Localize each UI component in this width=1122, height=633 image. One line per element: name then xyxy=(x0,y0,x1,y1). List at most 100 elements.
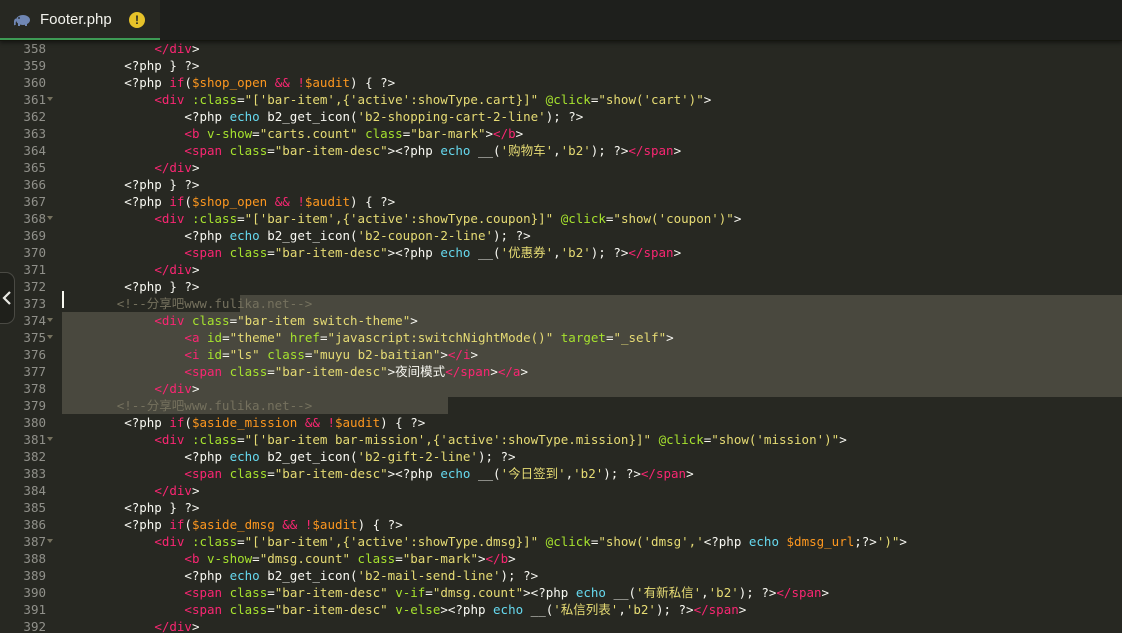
code-line[interactable]: 369 <?php echo b2_get_icon('b2-coupon-2-… xyxy=(0,227,1122,244)
code-token: ')" xyxy=(876,534,900,549)
fold-arrow-icon[interactable] xyxy=(47,318,53,322)
code-token: > xyxy=(191,160,200,175)
code-line[interactable]: 387 <div :class="['bar-item',{'active':s… xyxy=(0,533,1122,550)
code-token: </span xyxy=(776,585,822,600)
code-token: __( xyxy=(605,585,637,600)
code-token: ); ?> xyxy=(545,109,584,124)
code-token: "show('coupon')" xyxy=(613,211,734,226)
code-token: 'b2' xyxy=(560,245,591,260)
code-token: "bar-item switch-theme" xyxy=(237,313,411,328)
code-line[interactable]: 362 <?php echo b2_get_icon('b2-shopping-… xyxy=(0,108,1122,125)
code-token: ); ?> xyxy=(500,568,539,583)
code-token: b2_get_icon( xyxy=(259,568,358,583)
fold-arrow-icon[interactable] xyxy=(47,216,53,220)
code-line[interactable]: 358 </div> xyxy=(0,40,1122,57)
code-line[interactable]: 376 <i id="ls" class="muyu b2-baitian"><… xyxy=(0,346,1122,363)
fold-arrow-icon[interactable] xyxy=(47,437,53,441)
code-token: echo xyxy=(229,109,260,124)
code-token: ( xyxy=(184,517,192,532)
code-line[interactable]: 374 <div class="bar-item switch-theme"> xyxy=(0,312,1122,329)
code-token: @click xyxy=(560,211,606,226)
code-token: ><?php xyxy=(387,143,441,158)
code-line[interactable]: 359 <?php } ?> xyxy=(0,57,1122,74)
code-line[interactable]: 385 <?php } ?> xyxy=(0,499,1122,516)
code-line[interactable]: 380 <?php if($aside_mission && !$audit) … xyxy=(0,414,1122,431)
code-text: <i id="ls" class="muyu b2-baitian"></i> xyxy=(64,346,478,363)
code-line[interactable]: 360 <?php if($shop_open && !$audit) { ?> xyxy=(0,74,1122,91)
code-token: b2_get_icon( xyxy=(259,228,358,243)
code-token: = xyxy=(252,551,260,566)
code-line[interactable]: 367 <?php if($shop_open && !$audit) { ?> xyxy=(0,193,1122,210)
code-line[interactable]: 392 </div> xyxy=(0,618,1122,633)
code-token: "_self" xyxy=(613,330,667,345)
code-token: "bar-item-desc" xyxy=(274,364,388,379)
code-token: class xyxy=(229,585,268,600)
code-token: , xyxy=(701,585,709,600)
code-line[interactable]: 375 <a id="theme" href="javascript:switc… xyxy=(0,329,1122,346)
code-token: </i xyxy=(447,347,471,362)
code-token: > xyxy=(191,262,200,277)
code-line[interactable]: 364 <span class="bar-item-desc"><?php ec… xyxy=(0,142,1122,159)
code-line[interactable]: 389 <?php echo b2_get_icon('b2-mail-send… xyxy=(0,567,1122,584)
code-line[interactable]: 379 <!--分享吧www.fulika.net--> xyxy=(0,397,1122,414)
code-token: echo xyxy=(229,568,260,583)
code-line[interactable]: 363 <b v-show="carts.count" class="bar-m… xyxy=(0,125,1122,142)
code-token: </span xyxy=(628,143,674,158)
line-number: 369 xyxy=(23,228,46,243)
code-token: id xyxy=(207,330,223,345)
code-line[interactable]: 371 </div> xyxy=(0,261,1122,278)
code-token: > xyxy=(191,483,200,498)
code-token: <span xyxy=(184,602,223,617)
code-line[interactable]: 384 </div> xyxy=(0,482,1122,499)
code-token: 'b2-coupon-2-line' xyxy=(357,228,493,243)
line-number: 385 xyxy=(23,500,46,515)
code-editor[interactable]: 358 </div> 359 <?php } ?> 360 <?php if($sh… xyxy=(0,40,1122,633)
sidebar-toggle-handle[interactable] xyxy=(0,272,15,324)
code-text: <b v-show="carts.count" class="bar-mark"… xyxy=(64,125,523,142)
code-line[interactable]: 365 </div> xyxy=(0,159,1122,176)
code-line[interactable]: 373 <!--分享吧www.fulika.net--> xyxy=(0,295,1122,312)
code-line[interactable]: 370 <span class="bar-item-desc"><?php ec… xyxy=(0,244,1122,261)
code-token: $audit xyxy=(304,194,351,209)
code-token: <?php } ?> xyxy=(64,279,200,294)
code-token: $shop_open xyxy=(191,75,268,90)
code-token: > xyxy=(490,364,498,379)
code-token: $audit xyxy=(304,75,351,90)
line-number: 382 xyxy=(23,449,46,464)
code-token: > xyxy=(839,432,847,447)
code-line[interactable]: 382 <?php echo b2_get_icon('b2-gift-2-li… xyxy=(0,448,1122,465)
code-line[interactable]: 390 <span class="bar-item-desc" v-if="dm… xyxy=(0,584,1122,601)
code-line[interactable]: 361 <div :class="['bar-item',{'active':s… xyxy=(0,91,1122,108)
code-line[interactable]: 386 <?php if($aside_dmsg && !$audit) { ?… xyxy=(0,516,1122,533)
tab-footer-php[interactable]: Footer.php ! xyxy=(0,0,160,40)
code-token: 'b2' xyxy=(560,143,591,158)
code-token: echo xyxy=(440,143,471,158)
fold-arrow-icon[interactable] xyxy=(47,539,53,543)
fold-arrow-icon[interactable] xyxy=(47,335,53,339)
code-token: class xyxy=(229,364,268,379)
code-token: </span xyxy=(628,245,674,260)
code-line[interactable]: 383 <span class="bar-item-desc"><?php ec… xyxy=(0,465,1122,482)
code-token: <?php xyxy=(64,75,170,90)
code-line[interactable]: 391 <span class="bar-item-desc" v-else><… xyxy=(0,601,1122,618)
fold-arrow-icon[interactable] xyxy=(47,97,53,101)
code-token: <i xyxy=(184,347,200,362)
code-token: "bar-mark" xyxy=(410,126,486,141)
code-token: ! xyxy=(297,194,305,209)
code-line[interactable]: 368 <div :class="['bar-item',{'active':s… xyxy=(0,210,1122,227)
code-token: ) { ?> xyxy=(350,194,396,209)
code-line[interactable]: 366 <?php } ?> xyxy=(0,176,1122,193)
code-line[interactable]: 377 <span class="bar-item-desc">夜间模式</sp… xyxy=(0,363,1122,380)
code-token: = xyxy=(229,313,238,328)
code-line[interactable]: 372 <?php } ?> xyxy=(0,278,1122,295)
code-line[interactable]: 388 <b v-show="dmsg.count" class="bar-ma… xyxy=(0,550,1122,567)
code-token: ); ?> xyxy=(655,602,694,617)
code-line[interactable]: 381 <div :class="['bar-item bar-mission'… xyxy=(0,431,1122,448)
code-line[interactable]: 378 </div> xyxy=(0,380,1122,397)
